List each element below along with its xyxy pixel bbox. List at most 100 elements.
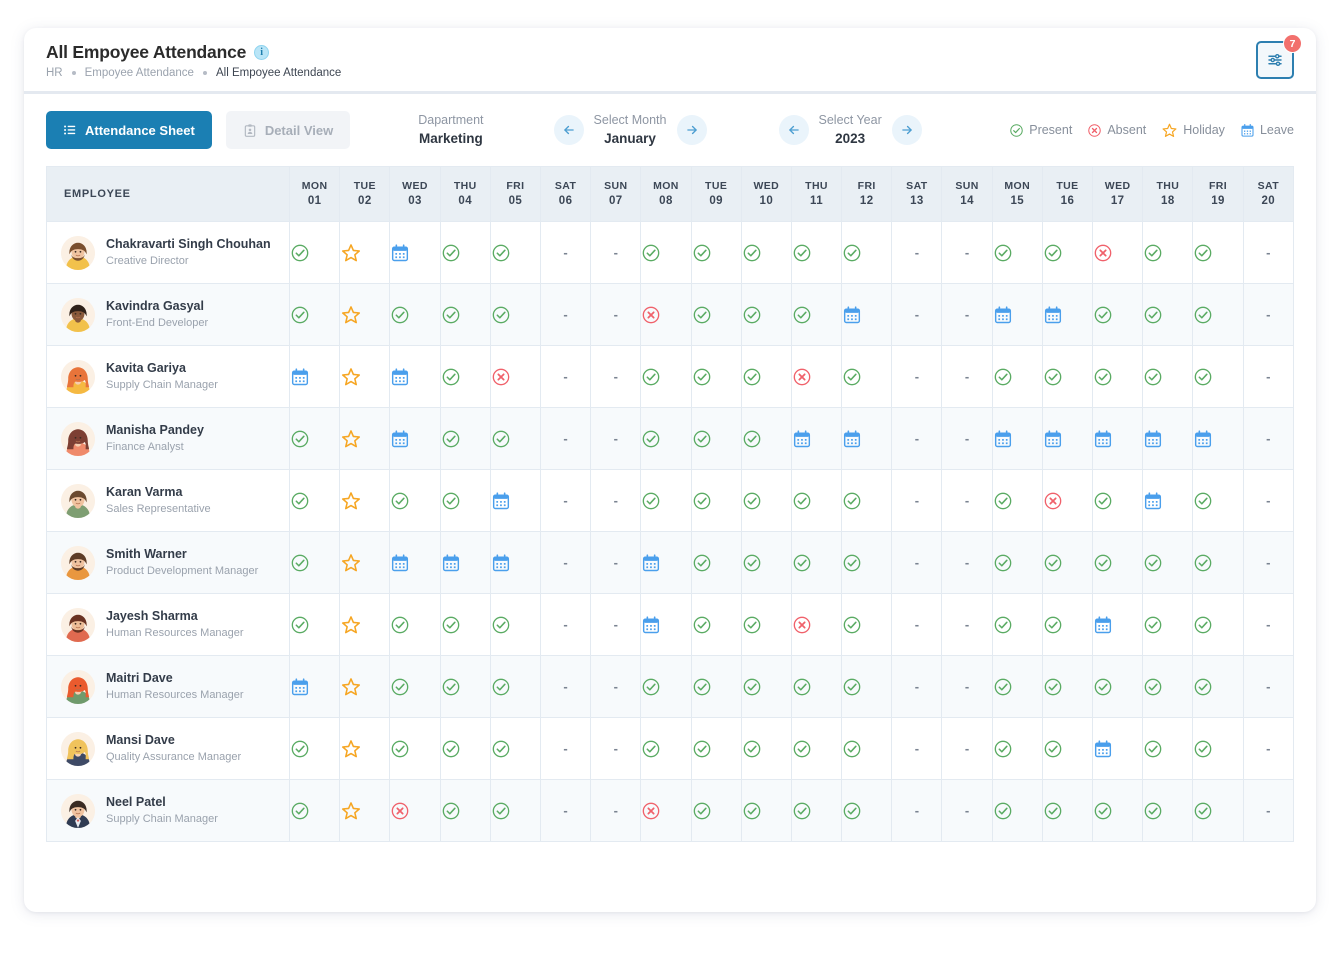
table-row[interactable]: Manisha Pandey Finance Analyst - - - - - [45,407,1295,470]
attendance-cell[interactable] [289,221,341,284]
attendance-cell[interactable] [740,593,792,656]
attendance-cell[interactable] [991,717,1043,780]
employee-cell[interactable]: Neel Patel Supply Chain Manager [45,779,291,842]
table-row[interactable]: Neel Patel Supply Chain Manager -- -- - [45,779,1295,842]
attendance-cell[interactable] [991,469,1043,532]
attendance-cell[interactable] [841,221,893,284]
attendance-cell[interactable] [439,283,491,346]
attendance-cell[interactable] [1041,717,1094,780]
attendance-cell[interactable] [790,469,843,532]
attendance-cell[interactable] [289,469,341,532]
attendance-cell[interactable] [740,345,792,408]
attendance-cell[interactable] [489,655,541,718]
attendance-cell[interactable]: - [539,345,592,408]
attendance-cell[interactable] [439,407,491,470]
attendance-cell[interactable] [439,717,491,780]
attendance-cell[interactable]: - [590,283,642,346]
attendance-cell[interactable] [1041,531,1094,594]
attendance-cell[interactable] [289,779,341,842]
attendance-cell[interactable] [1192,407,1244,470]
attendance-cell[interactable] [439,221,491,284]
attendance-cell[interactable] [640,717,692,780]
attendance-cell[interactable] [1092,469,1144,532]
employee-cell[interactable]: Kavindra Gasyal Front-End Developer [45,283,291,346]
attendance-cell[interactable]: - [1242,531,1295,594]
attendance-cell[interactable] [1092,655,1144,718]
attendance-cell[interactable] [389,779,441,842]
attendance-cell[interactable]: - [1242,345,1295,408]
attendance-cell[interactable] [489,531,541,594]
attendance-cell[interactable] [1142,593,1194,656]
attendance-cell[interactable] [1192,531,1244,594]
attendance-cell[interactable] [740,779,792,842]
attendance-cell[interactable]: - [941,407,993,470]
table-row[interactable]: Smith Warner Product Development Manager [45,531,1295,594]
attendance-cell[interactable] [339,655,391,718]
attendance-cell[interactable] [439,779,491,842]
attendance-cell[interactable] [1142,655,1194,718]
attendance-cell[interactable]: - [590,407,642,470]
attendance-cell[interactable]: - [539,779,592,842]
attendance-cell[interactable] [289,407,341,470]
attendance-cell[interactable] [690,345,742,408]
attendance-cell[interactable]: - [891,221,943,284]
employee-cell[interactable]: Smith Warner Product Development Manager [45,531,291,594]
attendance-cell[interactable] [1041,221,1094,284]
attendance-cell[interactable] [1041,345,1094,408]
attendance-cell[interactable] [389,593,441,656]
attendance-cell[interactable] [289,345,341,408]
attendance-cell[interactable] [640,469,692,532]
attendance-cell[interactable] [389,407,441,470]
attendance-cell[interactable]: - [539,531,592,594]
attendance-cell[interactable] [790,655,843,718]
attendance-cell[interactable] [790,779,843,842]
attendance-cell[interactable]: - [590,221,642,284]
attendance-cell[interactable] [991,593,1043,656]
attendance-cell[interactable] [790,283,843,346]
attendance-cell[interactable] [991,531,1043,594]
attendance-cell[interactable]: - [590,717,642,780]
attendance-cell[interactable] [389,345,441,408]
attendance-cell[interactable] [690,593,742,656]
table-row[interactable]: Chakravarti Singh Chouhan Creative Direc… [45,221,1295,284]
attendance-cell[interactable] [740,407,792,470]
attendance-cell[interactable]: - [1242,655,1295,718]
attendance-cell[interactable] [289,283,341,346]
attendance-cell[interactable] [790,531,843,594]
attendance-cell[interactable] [339,407,391,470]
attendance-cell[interactable] [1041,407,1094,470]
month-next-button[interactable] [676,115,707,145]
attendance-cell[interactable] [991,221,1043,284]
attendance-cell[interactable] [841,655,893,718]
attendance-cell[interactable] [489,593,541,656]
attendance-cell[interactable]: - [539,593,592,656]
employee-cell[interactable]: Manisha Pandey Finance Analyst [45,407,291,470]
attendance-cell[interactable] [1041,593,1094,656]
year-prev-button[interactable] [778,115,809,145]
attendance-cell[interactable] [1142,779,1194,842]
attendance-cell[interactable] [339,717,391,780]
attendance-cell[interactable] [740,717,792,780]
attendance-cell[interactable]: - [891,655,943,718]
legend-item-absent[interactable]: Absent [1087,123,1146,138]
attendance-cell[interactable] [289,531,341,594]
attendance-cell[interactable] [489,469,541,532]
attendance-cell[interactable] [1142,283,1194,346]
attendance-cell[interactable]: - [539,655,592,718]
attendance-cell[interactable]: - [891,531,943,594]
attendance-cell[interactable]: - [891,345,943,408]
attendance-cell[interactable]: - [1242,593,1295,656]
department-selector[interactable]: Dapartment Marketing [418,111,483,149]
attendance-cell[interactable]: - [941,531,993,594]
attendance-cell[interactable] [1092,221,1144,284]
table-row[interactable]: Maitri Dave Human Resources Manager -- -… [45,655,1295,718]
attendance-cell[interactable] [640,407,692,470]
attendance-cell[interactable]: - [941,779,993,842]
attendance-cell[interactable] [790,221,843,284]
attendance-cell[interactable]: - [941,221,993,284]
attendance-cell[interactable] [389,221,441,284]
attendance-cell[interactable] [489,779,541,842]
attendance-cell[interactable]: - [891,779,943,842]
attendance-cell[interactable] [1142,469,1194,532]
attendance-cell[interactable] [1092,345,1144,408]
